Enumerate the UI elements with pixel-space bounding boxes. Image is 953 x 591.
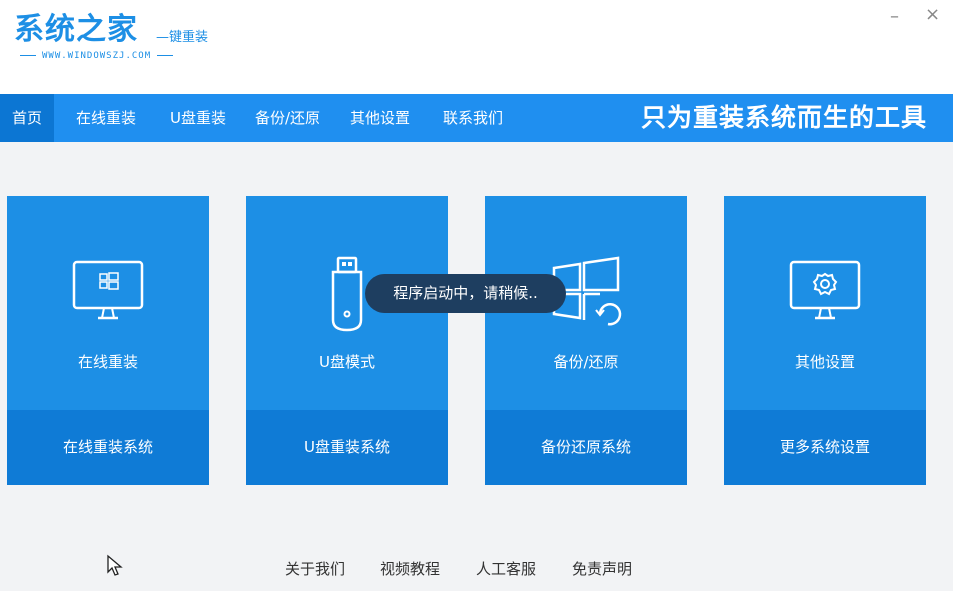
monitor-gear-icon xyxy=(724,254,926,334)
footer-link-customer-service[interactable]: 人工客服 xyxy=(476,558,536,579)
card-backup-restore-label: 备份/还原 xyxy=(553,353,619,371)
monitor-windows-icon xyxy=(7,254,209,334)
card-online-reinstall-main[interactable]: 在线重装 xyxy=(7,196,209,410)
card-other-settings-main[interactable]: 其他设置 xyxy=(724,196,926,410)
app-logo: 系统之家 —键重装 WWW.WINDOWSZJ.COM xyxy=(14,4,208,61)
card-backup-restore[interactable]: 备份/还原 备份还原系统 xyxy=(485,196,687,485)
nav-item-online-reinstall[interactable]: 在线重装 xyxy=(64,94,148,142)
title-bar: 系统之家 —键重装 WWW.WINDOWSZJ.COM – × xyxy=(0,0,953,94)
footer-link-about-us[interactable]: 关于我们 xyxy=(285,558,345,579)
nav-item-home[interactable]: 首页 xyxy=(0,94,55,142)
card-online-reinstall[interactable]: 在线重装 在线重装系统 xyxy=(7,196,209,485)
card-usb-mode-label: U盘模式 xyxy=(319,353,375,371)
card-usb-mode-action[interactable]: U盘重装系统 xyxy=(246,410,448,485)
slogan: 只为重装系统而生的工具 xyxy=(640,103,927,132)
logo-subtitle: —键重装 xyxy=(156,30,209,45)
mouse-cursor-icon xyxy=(106,554,124,582)
card-other-settings-label: 其他设置 xyxy=(794,353,855,371)
card-usb-mode[interactable]: U盘模式 U盘重装系统 xyxy=(246,196,448,485)
loading-toast: 程序启动中，请稍候.. xyxy=(365,274,566,313)
footer-link-video-tutorial[interactable]: 视频教程 xyxy=(380,558,440,579)
logo-text: 系统之家 xyxy=(14,12,138,47)
footer-link-disclaimer[interactable]: 免责声明 xyxy=(572,558,632,579)
logo-url-text: WWW.WINDOWSZJ.COM xyxy=(42,51,152,61)
close-button[interactable]: × xyxy=(925,4,940,25)
nav-item-contact-us[interactable]: 联系我们 xyxy=(431,94,515,142)
nav-item-backup-restore[interactable]: 备份/还原 xyxy=(243,94,332,142)
card-online-reinstall-label: 在线重装 xyxy=(77,353,138,371)
nav-item-other-settings[interactable]: 其他设置 xyxy=(338,94,422,142)
card-backup-restore-action[interactable]: 备份还原系统 xyxy=(485,410,687,485)
logo-url: WWW.WINDOWSZJ.COM xyxy=(14,51,254,61)
card-online-reinstall-action[interactable]: 在线重装系统 xyxy=(7,410,209,485)
card-other-settings[interactable]: 其他设置 更多系统设置 xyxy=(724,196,926,485)
nav-item-usb-reinstall[interactable]: U盘重装 xyxy=(158,94,238,142)
minimize-button[interactable]: – xyxy=(890,6,899,27)
card-other-settings-action[interactable]: 更多系统设置 xyxy=(724,410,926,485)
